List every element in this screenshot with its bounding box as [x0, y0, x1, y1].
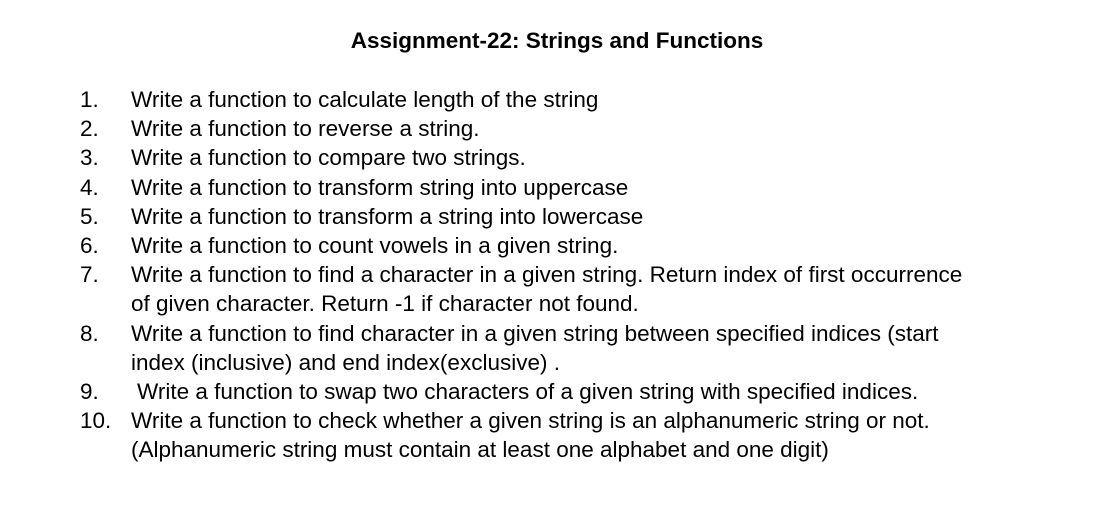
item-number: 3. [80, 145, 99, 171]
item-text-line: Write a function to find a character in … [131, 262, 963, 288]
item-text-line: Write a function to find character in a … [131, 320, 939, 346]
document-page: Assignment-22: Strings and Functions 1. … [0, 0, 1120, 507]
item-text: Write a function to swap two characters … [137, 379, 919, 405]
item-text: Write a function to count vowels in a gi… [131, 233, 619, 259]
item-number: 4. [80, 174, 99, 200]
item-text: Write a function to calculate length of … [131, 87, 599, 112]
list-item: 1. Write a function to calculate length … [0, 85, 1120, 114]
page-title: Assignment-22: Strings and Functions [350, 28, 764, 53]
item-number: 6. [80, 233, 99, 259]
list-item: 2. Write a function to reverse a string. [0, 114, 1120, 143]
item-text-line: index (inclusive) and end index(exclusiv… [131, 349, 560, 375]
item-number: 2. [80, 116, 99, 142]
item-text: Write a function to transform string int… [131, 174, 629, 200]
list-item: 10. Write a function to check whether a … [0, 406, 1120, 464]
list-item: 5. Write a function to transform a strin… [0, 202, 1120, 231]
assignment-list: 1. Write a function to calculate length … [0, 85, 1120, 465]
item-number: 5. [80, 203, 99, 229]
item-text-line: of given character. Return -1 if charact… [131, 291, 639, 317]
list-item: 9. Write a function to swap two characte… [0, 377, 1120, 406]
item-number: 1. [80, 87, 99, 112]
list-item: 6. Write a function to count vowels in a… [0, 231, 1120, 260]
item-text: Write a function to compare two strings. [131, 145, 526, 171]
list-item: 8. Write a function to find character in… [0, 319, 1120, 377]
item-text: Write a function to reverse a string. [131, 116, 480, 142]
item-number: 9. [80, 379, 99, 405]
list-item: 4. Write a function to transform string … [0, 173, 1120, 202]
list-item: 7. Write a function to find a character … [0, 260, 1120, 318]
item-text-line: Write a function to check whether a give… [131, 408, 930, 434]
item-number: 8. [80, 320, 99, 346]
item-text: Write a function to transform a string i… [131, 203, 644, 229]
item-number: 7. [80, 262, 99, 288]
item-text-line: (Alphanumeric string must contain at lea… [131, 437, 829, 463]
list-item: 3. Write a function to compare two strin… [0, 143, 1120, 172]
item-number: 10. [80, 408, 112, 434]
